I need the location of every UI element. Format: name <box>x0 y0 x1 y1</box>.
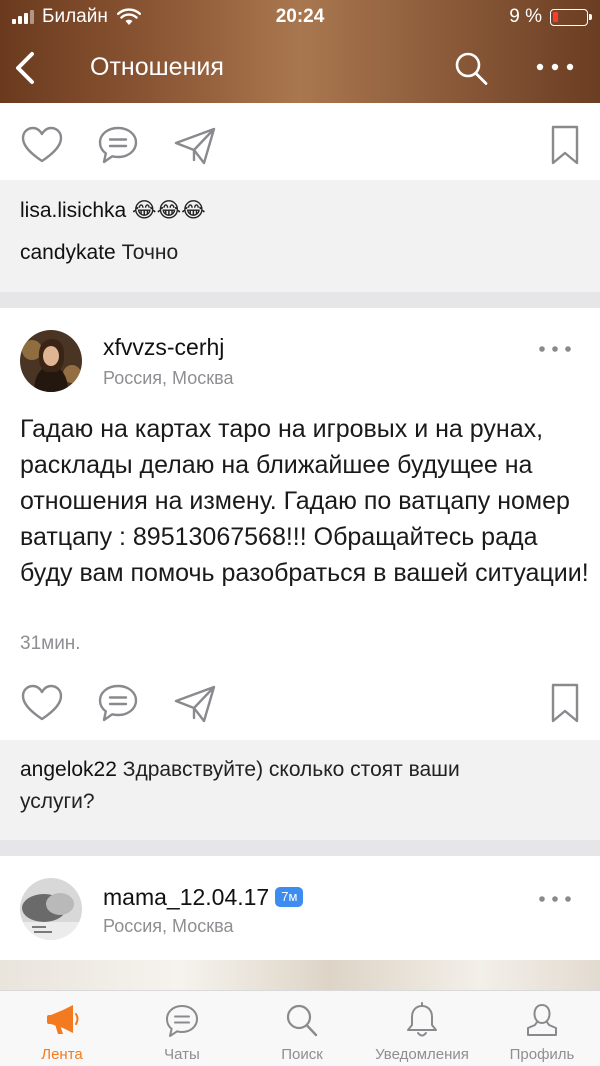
post-header: mama_12.04.17 7м Россия, Москва <box>0 870 600 950</box>
share-button[interactable] <box>170 120 220 170</box>
search-button[interactable] <box>452 48 490 88</box>
comment-item: lisa.lisichka 😂😂😂 <box>20 195 580 227</box>
post-author[interactable]: mama_12.04.17 7м <box>103 884 304 911</box>
comment-username[interactable]: angelok22 <box>20 758 117 781</box>
back-button[interactable] <box>8 48 44 88</box>
more-horizontal-icon <box>539 346 571 352</box>
more-horizontal-icon <box>539 896 571 902</box>
comments-section: lisa.lisichka 😂😂😂 candykate Точно <box>0 180 600 292</box>
post-more-button[interactable] <box>532 338 578 360</box>
post-author-name[interactable]: mama_12.04.17 <box>103 884 269 910</box>
comment-username[interactable]: lisa.lisichka <box>20 199 126 222</box>
comment-username[interactable]: candykate <box>20 241 116 264</box>
post-author[interactable]: xfvvzs-cerhj <box>103 334 224 361</box>
chat-bubble-icon <box>166 1005 198 1037</box>
comment-text: 😂😂😂 <box>132 199 206 222</box>
like-button[interactable] <box>17 678 67 728</box>
bookmark-button[interactable] <box>540 120 590 170</box>
bell-icon <box>407 1002 437 1037</box>
status-badge: 7м <box>275 887 304 907</box>
tab-label: Поиск <box>281 1046 323 1063</box>
post-actions <box>0 110 600 180</box>
comment-icon <box>98 684 138 722</box>
tab-search[interactable]: Поиск <box>242 991 362 1066</box>
bookmark-button[interactable] <box>540 678 590 728</box>
paper-plane-icon <box>174 127 216 165</box>
chevron-left-icon <box>16 52 34 84</box>
bookmark-icon <box>551 125 579 165</box>
bookmark-icon <box>551 683 579 723</box>
tab-notifications[interactable]: Уведомления <box>362 991 482 1066</box>
comment-item: angelok22 Здравствуйте) сколько стоят ва… <box>20 754 490 818</box>
post-location: Россия, Москва <box>103 368 234 388</box>
search-icon <box>286 1004 318 1037</box>
tab-feed[interactable]: Лента <box>2 991 122 1066</box>
post-separator <box>0 292 600 308</box>
avatar[interactable] <box>20 330 82 392</box>
avatar[interactable] <box>20 878 82 940</box>
post-more-button[interactable] <box>532 888 578 910</box>
heart-icon <box>21 126 63 163</box>
tab-profile[interactable]: Профиль <box>482 991 600 1066</box>
tab-chats[interactable]: Чаты <box>122 991 242 1066</box>
like-button[interactable] <box>17 120 67 170</box>
post-header: xfvvzs-cerhj Россия, Москва <box>0 322 600 402</box>
comments-section: angelok22 Здравствуйте) сколько стоят ва… <box>0 740 600 840</box>
more-options-button[interactable] <box>528 52 582 82</box>
post-separator <box>0 840 600 856</box>
tab-bar: Лента Чаты Поиск Уведомления Профиль <box>0 990 600 1066</box>
comment-text: Точно <box>121 241 179 264</box>
app-header: Билайн 20:24 9 % Отношения <box>0 0 600 103</box>
search-icon <box>455 52 488 85</box>
person-icon <box>527 1003 557 1036</box>
post-timestamp: 31мин. <box>20 633 81 654</box>
battery-icon <box>550 9 592 26</box>
post-actions <box>0 668 600 738</box>
tab-label: Чаты <box>164 1046 200 1063</box>
megaphone-icon <box>47 1005 79 1034</box>
tab-label: Уведомления <box>375 1046 469 1063</box>
navigation-bar: Отношения <box>0 34 600 103</box>
tab-label: Лента <box>41 1046 83 1063</box>
post-text: Гадаю на картах таро на игровых и на рун… <box>20 415 589 587</box>
more-horizontal-icon <box>536 63 574 71</box>
post-location: Россия, Москва <box>103 916 234 936</box>
comment-item: candykate Точно <box>20 237 580 269</box>
battery-percent: 9 % <box>509 6 542 27</box>
heart-icon <box>21 684 63 721</box>
tab-label: Профиль <box>509 1046 575 1063</box>
post-image[interactable] <box>0 960 600 990</box>
comment-icon <box>98 126 138 164</box>
paper-plane-icon <box>174 685 216 723</box>
comment-button[interactable] <box>93 120 143 170</box>
status-bar: Билайн 20:24 9 % <box>0 0 600 34</box>
share-button[interactable] <box>170 678 220 728</box>
comment-button[interactable] <box>93 678 143 728</box>
page-title: Отношения <box>90 53 224 81</box>
